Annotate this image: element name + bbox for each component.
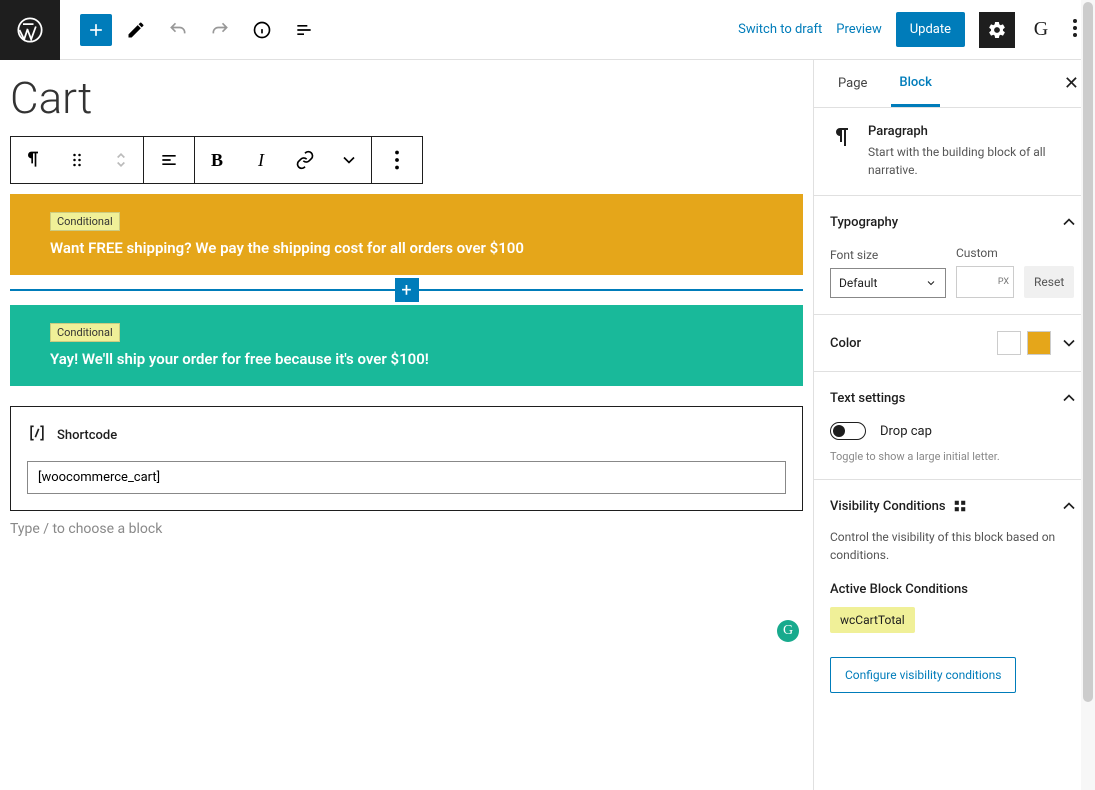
align-button[interactable]: [144, 137, 194, 183]
paragraph-icon[interactable]: [11, 137, 55, 183]
shortcode-input[interactable]: [27, 461, 786, 494]
wordpress-logo[interactable]: [0, 0, 60, 60]
undo-button[interactable]: [160, 12, 196, 48]
settings-button[interactable]: [979, 12, 1015, 48]
chevron-up-icon: [1059, 496, 1079, 516]
block-separator: +: [10, 289, 803, 291]
active-condition-badge[interactable]: wcCartTotal: [830, 607, 915, 633]
drop-cap-help: Toggle to show a large initial letter.: [830, 450, 1079, 463]
drop-cap-toggle[interactable]: [830, 422, 866, 440]
dropdown-button[interactable]: [327, 137, 371, 183]
link-button[interactable]: [283, 137, 327, 183]
toolbar-more-button[interactable]: [372, 137, 422, 183]
custom-size-label: Custom: [956, 246, 1014, 260]
shortcode-icon: [27, 423, 47, 447]
block-type-title: Paragraph: [868, 124, 1079, 139]
color-swatches[interactable]: [997, 331, 1051, 355]
drag-handle-icon[interactable]: [55, 137, 99, 183]
text-settings-panel-toggle[interactable]: Text settings: [830, 388, 1079, 408]
insert-block-button[interactable]: +: [395, 278, 419, 302]
shortcode-block[interactable]: Shortcode: [10, 406, 803, 511]
block-type-description: Start with the building block of all nar…: [868, 143, 1079, 179]
chevron-down-icon: [925, 277, 937, 289]
paragraph-icon: [830, 126, 854, 150]
scrollbar[interactable]: [1081, 0, 1095, 790]
conditional-badge: Conditional: [50, 212, 120, 231]
italic-button[interactable]: I: [239, 137, 283, 183]
chevron-up-icon: [1059, 388, 1079, 408]
close-sidebar-button[interactable]: ✕: [1064, 73, 1079, 94]
font-size-label: Font size: [830, 248, 946, 262]
tab-block[interactable]: Block: [891, 61, 939, 107]
tab-page[interactable]: Page: [830, 62, 875, 105]
text-color-swatch[interactable]: [997, 331, 1021, 355]
background-color-swatch[interactable]: [1027, 331, 1051, 355]
move-arrows-icon[interactable]: [99, 137, 143, 183]
grammarly-icon[interactable]: G: [1029, 18, 1053, 41]
active-conditions-label: Active Block Conditions: [830, 582, 1079, 597]
update-button[interactable]: Update: [896, 12, 965, 47]
chevron-up-icon: [1059, 212, 1079, 232]
shortcode-label: Shortcode: [57, 428, 117, 443]
preview-link[interactable]: Preview: [836, 22, 881, 37]
block-text[interactable]: Yay! We'll ship your order for free beca…: [50, 350, 763, 368]
bold-button[interactable]: B: [195, 137, 239, 183]
info-button[interactable]: [244, 12, 280, 48]
conditional-block-orange[interactable]: Conditional Want FREE shipping? We pay t…: [10, 194, 803, 275]
typography-panel-toggle[interactable]: Typography: [830, 212, 1079, 232]
outline-button[interactable]: [286, 12, 322, 48]
visibility-description: Control the visibility of this block bas…: [830, 528, 1079, 564]
block-text[interactable]: Want FREE shipping? We pay the shipping …: [50, 239, 763, 257]
page-title[interactable]: Cart: [10, 72, 803, 124]
configure-visibility-button[interactable]: Configure visibility conditions: [830, 657, 1016, 693]
conditional-block-green[interactable]: Conditional Yay! We'll ship your order f…: [10, 305, 803, 386]
visibility-panel-toggle[interactable]: Visibility Conditions: [830, 496, 1079, 516]
drop-cap-label: Drop cap: [880, 424, 932, 439]
redo-button[interactable]: [202, 12, 238, 48]
switch-to-draft-link[interactable]: Switch to draft: [738, 22, 822, 37]
custom-size-input[interactable]: [956, 266, 1014, 298]
chevron-down-icon[interactable]: [1059, 333, 1079, 353]
grammarly-badge[interactable]: G: [777, 620, 799, 642]
block-placeholder[interactable]: Type / to choose a block: [10, 521, 803, 537]
conditional-badge: Conditional: [50, 323, 120, 342]
block-toolbar: B I: [10, 136, 423, 184]
conditions-icon: [953, 499, 967, 513]
add-block-button[interactable]: [80, 14, 112, 46]
reset-font-button[interactable]: Reset: [1024, 266, 1074, 298]
font-size-select[interactable]: Default: [830, 268, 946, 298]
edit-mode-button[interactable]: [118, 12, 154, 48]
color-panel-label: Color: [830, 336, 861, 351]
